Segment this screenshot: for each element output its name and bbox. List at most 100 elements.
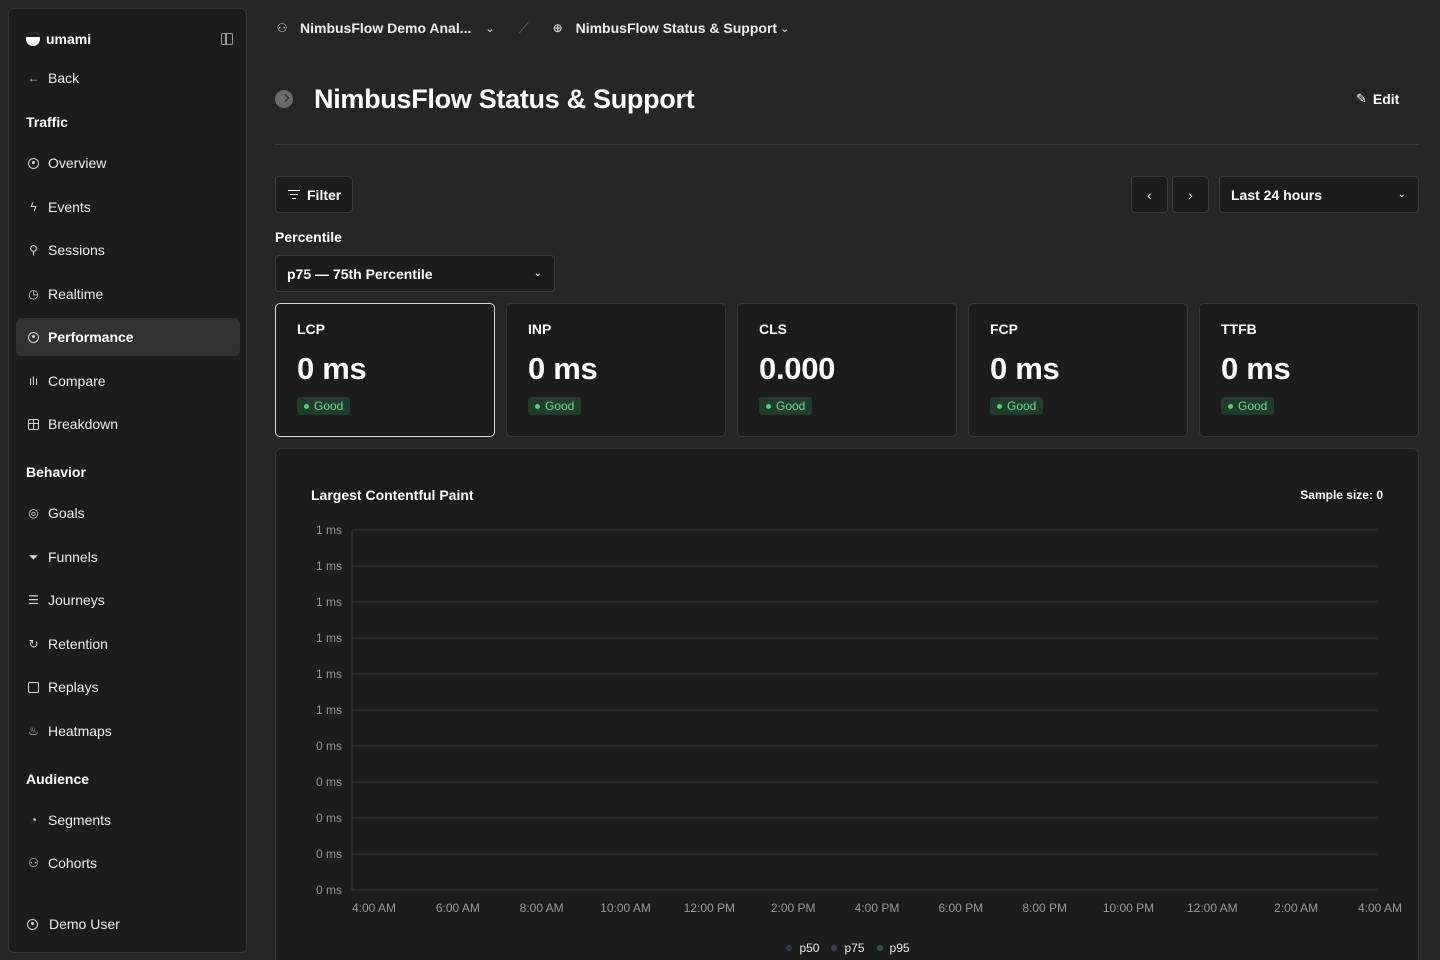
metric-value: 0 ms bbox=[1221, 351, 1291, 386]
x-tick-label: 2:00 PM bbox=[771, 901, 816, 915]
edit-label: Edit bbox=[1372, 91, 1400, 107]
legend-item-p50[interactable]: p50 bbox=[786, 941, 819, 955]
sidebar-item-heatmaps[interactable]: ♨ Heatmaps bbox=[16, 712, 240, 750]
sidebar-item-events[interactable]: ϟ Events bbox=[16, 188, 240, 226]
line-chart[interactable]: 1 ms 1 ms 1 ms 1 ms 1 ms 1 ms 0 ms 0 ms 0 ms 0 ms… bbox=[276, 449, 1420, 929]
arrow-left-icon: ← bbox=[27, 71, 40, 85]
y-tick-label: 0 ms bbox=[316, 775, 342, 789]
legend-dot-icon bbox=[876, 945, 883, 951]
legend-item-p95[interactable]: p95 bbox=[876, 941, 910, 955]
sidebar-item-journeys[interactable]: ☰ Journeys bbox=[16, 581, 240, 619]
metric-name: CLS bbox=[759, 321, 787, 337]
status-badge: Good bbox=[990, 397, 1044, 415]
date-range-select[interactable]: Last 24 hours ⌄ bbox=[1219, 176, 1419, 213]
sidebar-item-overview[interactable]: Overview bbox=[16, 144, 240, 182]
users-icon: ⚇ bbox=[276, 21, 288, 35]
sidebar-item-label: Compare bbox=[48, 373, 106, 389]
breadcrumb-separator bbox=[518, 22, 529, 34]
sidebar-item-cohorts[interactable]: ⚇ Cohorts bbox=[16, 844, 240, 882]
sidebar-item-replays[interactable]: Replays bbox=[16, 668, 240, 706]
metric-card-lcp[interactable]: LCP 0 ms Good bbox=[275, 303, 495, 437]
chevron-down-icon[interactable]: ⌄ bbox=[780, 22, 789, 35]
sidebar-item-label: Performance bbox=[48, 329, 134, 345]
route-icon: ☰ bbox=[28, 593, 39, 607]
brand[interactable]: umami bbox=[26, 31, 91, 47]
chart-legend: p50 p75 p95 bbox=[276, 941, 1420, 955]
metric-card-fcp[interactable]: FCP 0 ms Good bbox=[968, 303, 1188, 437]
legend-dot-icon bbox=[831, 945, 838, 951]
sidebar-item-label: Retention bbox=[48, 636, 108, 652]
bar-chart-icon: ılı bbox=[28, 374, 39, 388]
sidebar-item-label: Events bbox=[48, 199, 91, 215]
back-link[interactable]: ← Back bbox=[16, 59, 240, 97]
sidebar-item-compare[interactable]: ılı Compare bbox=[16, 362, 240, 400]
sidebar-item-label: Realtime bbox=[48, 286, 104, 302]
sidebar-item-retention[interactable]: ↻ Retention bbox=[16, 625, 240, 663]
percentile-value: p75 — 75th Percentile bbox=[287, 265, 433, 282]
status-badge: Good bbox=[528, 397, 582, 415]
funnel-icon: ⏷ bbox=[28, 550, 39, 564]
metric-name: FCP bbox=[990, 321, 1018, 337]
users-icon: ⚇ bbox=[28, 856, 39, 870]
status-badge: Good bbox=[759, 397, 813, 415]
previous-period-button[interactable]: ‹ bbox=[1131, 176, 1168, 213]
legend-item-p75[interactable]: p75 bbox=[831, 941, 865, 955]
y-tick-label: 0 ms bbox=[316, 883, 342, 897]
sidebar-item-segments[interactable]: ◔ Segments bbox=[16, 801, 240, 839]
breadcrumb-team[interactable]: NimbusFlow Demo Anal... bbox=[300, 20, 471, 36]
y-tick-label: 1 ms bbox=[316, 559, 342, 573]
globe-icon: ⊕ bbox=[552, 21, 563, 35]
collapse-sidebar-icon[interactable] bbox=[221, 33, 233, 45]
edit-button[interactable]: ✎ Edit bbox=[1356, 88, 1399, 110]
next-period-button[interactable]: › bbox=[1172, 176, 1209, 213]
metric-name: TTFB bbox=[1221, 321, 1257, 337]
retention-icon: ↻ bbox=[28, 637, 39, 651]
percentile-label: Percentile bbox=[275, 229, 342, 245]
breadcrumb: ⚇ NimbusFlow Demo Anal... ⌄ ⊕ NimbusFlow… bbox=[275, 17, 790, 39]
section-traffic: Traffic bbox=[26, 114, 69, 130]
chevron-down-icon[interactable]: ⌄ bbox=[485, 22, 494, 35]
x-tick-label: 12:00 PM bbox=[684, 901, 735, 915]
metric-name: INP bbox=[528, 321, 552, 337]
x-tick-label: 4:00 AM bbox=[352, 901, 396, 915]
sidebar-item-realtime[interactable]: ◷ Realtime bbox=[16, 275, 240, 313]
metric-value: 0 ms bbox=[990, 351, 1060, 386]
y-tick-label: 1 ms bbox=[316, 667, 342, 681]
status-dot-icon bbox=[766, 403, 771, 409]
percentile-select[interactable]: p75 — 75th Percentile ⌄ bbox=[275, 255, 555, 292]
sidebar: umami ← Back Traffic Overview ϟ Events ⚲… bbox=[8, 8, 247, 953]
sidebar-item-goals[interactable]: ◎ Goals bbox=[16, 494, 240, 532]
sidebar-item-performance[interactable]: Performance bbox=[16, 318, 240, 356]
metric-card-cls[interactable]: CLS 0.000 Good bbox=[737, 303, 957, 437]
metric-card-inp[interactable]: INP 0 ms Good bbox=[506, 303, 726, 437]
x-tick-label: 12:00 AM bbox=[1187, 901, 1238, 915]
x-tick-label: 10:00 AM bbox=[600, 901, 651, 915]
legend-dot-icon bbox=[786, 945, 793, 951]
chevron-down-icon: ⌄ bbox=[533, 268, 542, 279]
sidebar-item-label: Breakdown bbox=[48, 416, 119, 432]
sidebar-item-label: Journeys bbox=[48, 592, 105, 608]
metric-card-ttfb[interactable]: TTFB 0 ms Good bbox=[1199, 303, 1419, 437]
lightning-icon: ϟ bbox=[30, 200, 37, 214]
sidebar-item-breakdown[interactable]: Breakdown bbox=[16, 405, 240, 443]
x-tick-label: 8:00 PM bbox=[1022, 901, 1067, 915]
video-icon bbox=[27, 681, 40, 694]
chart-card: Largest Contentful Paint Sample size: 0 … bbox=[275, 448, 1419, 960]
filter-button[interactable]: Filter bbox=[275, 176, 353, 213]
y-tick-label: 0 ms bbox=[316, 847, 342, 861]
sidebar-item-funnels[interactable]: ⏷ Funnels bbox=[16, 538, 240, 576]
sidebar-item-label: Overview bbox=[48, 155, 107, 171]
user-circle-icon bbox=[26, 918, 39, 931]
status-dot-icon bbox=[997, 403, 1002, 409]
page-title: NimbusFlow Status & Support bbox=[314, 83, 695, 114]
target-icon: ◎ bbox=[28, 506, 39, 520]
breadcrumb-website[interactable]: NimbusFlow Status & Support bbox=[576, 20, 777, 36]
sidebar-item-sessions[interactable]: ⚲ Sessions bbox=[16, 231, 240, 269]
pie-chart-icon: ◔ bbox=[29, 813, 38, 827]
status-dot-icon bbox=[1228, 403, 1233, 409]
metric-value: 0 ms bbox=[297, 351, 367, 386]
date-range-value: Last 24 hours bbox=[1231, 186, 1323, 203]
user-menu[interactable]: Demo User bbox=[26, 916, 120, 932]
status-text: Good bbox=[314, 399, 344, 413]
user-name: Demo User bbox=[49, 916, 120, 932]
